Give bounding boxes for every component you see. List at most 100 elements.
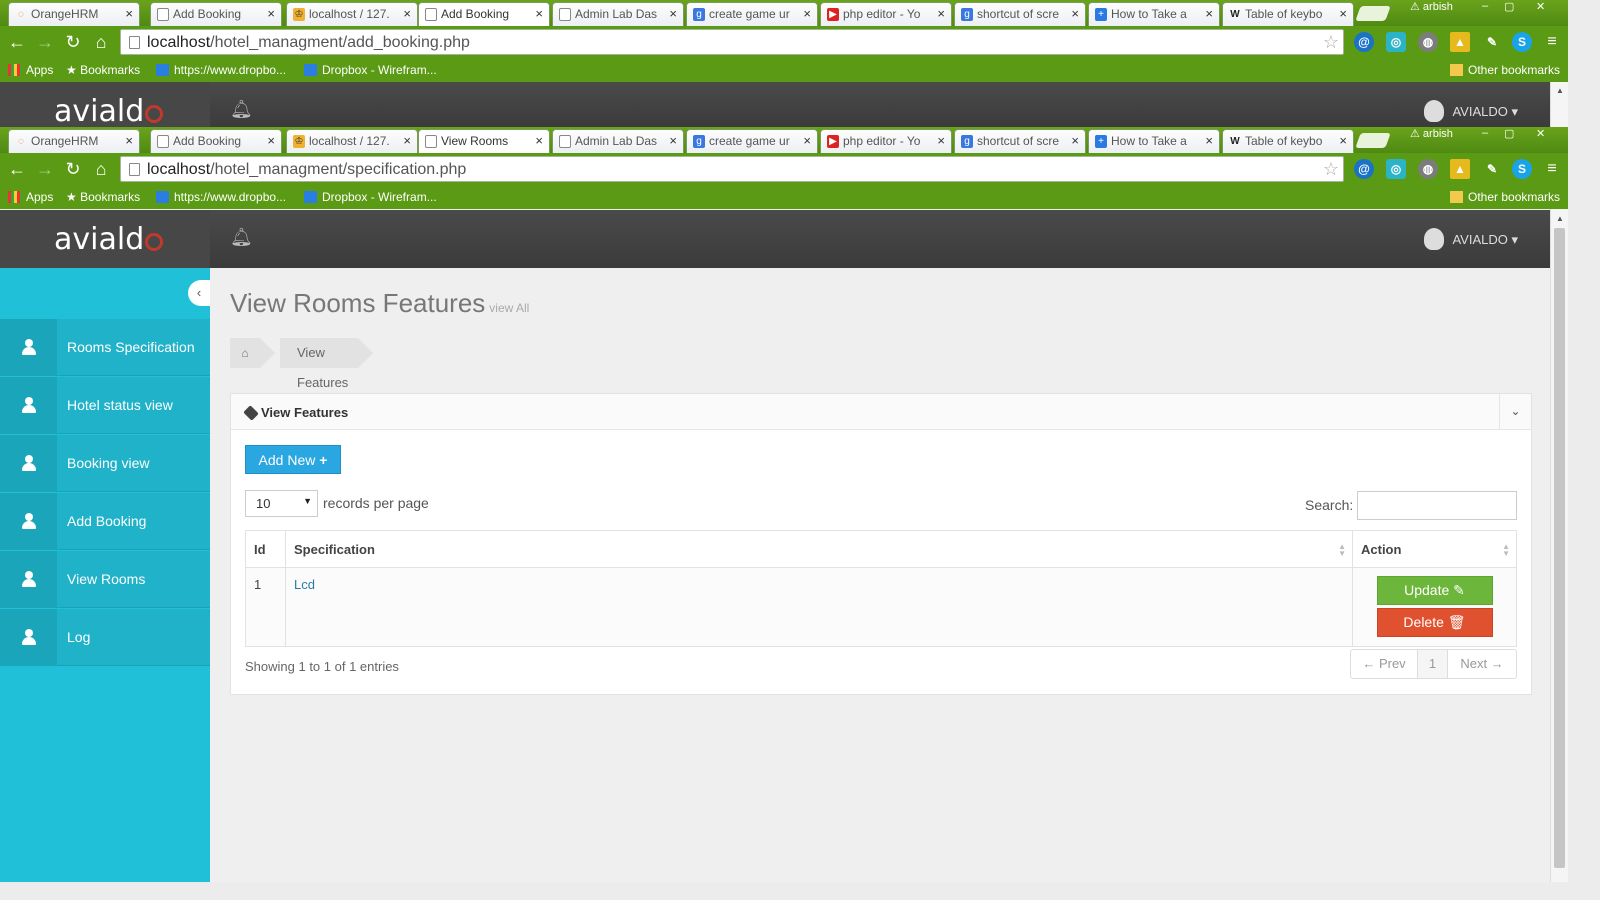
page-size-select[interactable]: 10 ▼ bbox=[245, 490, 318, 517]
tab[interactable]: ♔ localhost / 127. × bbox=[286, 129, 418, 153]
reload-icon[interactable]: ↻ bbox=[62, 31, 84, 53]
profile-badge[interactable]: ⚠ arbish bbox=[1410, 0, 1453, 18]
scrollbar-thumb[interactable] bbox=[1554, 228, 1565, 868]
close-icon[interactable]: × bbox=[1071, 133, 1079, 148]
bookmark-dropbox-wireframe[interactable]: Dropbox - Wirefram... bbox=[304, 190, 437, 204]
close-icon[interactable]: × bbox=[267, 133, 275, 148]
bookmark-dropbox-url[interactable]: https://www.dropbo... bbox=[156, 63, 286, 77]
address-bar[interactable]: localhost/hotel_managment/specification.… bbox=[120, 156, 1344, 182]
bell-icon[interactable]: 🔔︎ bbox=[230, 99, 253, 120]
tab[interactable]: ◌ OrangeHRM × bbox=[8, 2, 140, 26]
back-arrow-icon[interactable]: ← bbox=[6, 31, 28, 53]
pen-icon[interactable]: ✎ bbox=[1482, 159, 1502, 179]
extension-icon[interactable]: ◎ bbox=[1386, 32, 1406, 52]
forward-arrow-icon[interactable]: → bbox=[34, 31, 56, 53]
add-new-button[interactable]: Add New + bbox=[245, 445, 341, 474]
menu-icon[interactable]: ≡ bbox=[1542, 159, 1562, 179]
tab[interactable]: g shortcut of scre × bbox=[954, 129, 1086, 153]
tab[interactable]: W Table of keybo × bbox=[1222, 129, 1354, 153]
drive-icon[interactable]: ▲ bbox=[1450, 159, 1470, 179]
tab[interactable]: g shortcut of scre × bbox=[954, 2, 1086, 26]
tab[interactable]: ◌ OrangeHRM × bbox=[8, 129, 140, 153]
tab[interactable]: Add Booking × bbox=[150, 2, 282, 26]
tab[interactable]: Admin Lab Das × bbox=[552, 129, 684, 153]
column-header-specification[interactable]: Specification ▲ ▼ bbox=[285, 530, 1353, 568]
close-icon[interactable]: × bbox=[1205, 6, 1213, 21]
close-icon[interactable]: × bbox=[403, 133, 411, 148]
reload-icon[interactable]: ↻ bbox=[62, 158, 84, 180]
close-icon[interactable]: × bbox=[669, 6, 677, 21]
sidebar-item-add-booking[interactable]: Add Booking bbox=[0, 493, 210, 550]
tab[interactable]: W Table of keybo × bbox=[1222, 2, 1354, 26]
extension-icon[interactable]: ◎ bbox=[1386, 159, 1406, 179]
delete-button[interactable]: Delete 🗑︎ bbox=[1376, 608, 1493, 637]
breadcrumb-home-icon[interactable]: ⌂ bbox=[230, 338, 275, 368]
new-tab-button[interactable] bbox=[1355, 133, 1391, 148]
page-number-button[interactable]: 1 bbox=[1418, 650, 1448, 678]
extension-icon[interactable]: @ bbox=[1354, 159, 1374, 179]
sidebar-item-log[interactable]: Log bbox=[0, 609, 210, 666]
close-icon[interactable]: × bbox=[803, 133, 811, 148]
close-icon[interactable]: × bbox=[803, 6, 811, 21]
close-icon[interactable]: × bbox=[937, 133, 945, 148]
sidebar-item-rooms-specification[interactable]: Rooms Specification bbox=[0, 319, 210, 376]
tab[interactable]: + How to Take a × bbox=[1088, 129, 1220, 153]
user-menu[interactable]: AVIALDO ▾ bbox=[1424, 100, 1518, 122]
close-icon[interactable]: × bbox=[125, 6, 133, 21]
update-button[interactable]: Update ✎ bbox=[1376, 576, 1493, 605]
logo[interactable]: aviald bbox=[54, 222, 164, 257]
minimize-icon[interactable]: – bbox=[1482, 127, 1488, 145]
drive-icon[interactable]: ▲ bbox=[1450, 32, 1470, 52]
maximize-icon[interactable]: ▢ bbox=[1504, 0, 1514, 18]
profile-badge[interactable]: ⚠ arbish bbox=[1410, 127, 1453, 145]
globe-icon[interactable]: ◍ bbox=[1418, 32, 1438, 52]
tab[interactable]: View Rooms × bbox=[418, 129, 550, 153]
tab[interactable]: ▶ php editor - Yo × bbox=[820, 2, 952, 26]
sidebar-item-hotel-status-view[interactable]: Hotel status view bbox=[0, 377, 210, 434]
close-icon[interactable]: × bbox=[669, 133, 677, 148]
close-icon[interactable]: × bbox=[1339, 6, 1347, 21]
close-icon[interactable]: × bbox=[1339, 133, 1347, 148]
close-icon[interactable]: × bbox=[267, 6, 275, 21]
sidebar-item-view-rooms[interactable]: View Rooms bbox=[0, 551, 210, 608]
home-icon[interactable]: ⌂ bbox=[90, 158, 112, 180]
bookmark-apps[interactable]: Apps bbox=[8, 190, 53, 204]
column-header-id[interactable]: Id bbox=[245, 530, 286, 568]
bookmark-star-icon[interactable]: ☆ bbox=[1323, 159, 1339, 180]
bookmark-dropbox-url[interactable]: https://www.dropbo... bbox=[156, 190, 286, 204]
globe-icon[interactable]: ◍ bbox=[1418, 159, 1438, 179]
panel-toggle-chevron-icon[interactable]: ⌄ bbox=[1499, 394, 1531, 429]
tab[interactable]: ▶ php editor - Yo × bbox=[820, 129, 952, 153]
skype-icon[interactable]: S bbox=[1512, 32, 1532, 52]
close-icon[interactable]: × bbox=[1205, 133, 1213, 148]
tab[interactable]: ♔ localhost / 127. × bbox=[286, 2, 418, 26]
bookmark-other[interactable]: Other bookmarks bbox=[1450, 190, 1560, 204]
extension-icon[interactable]: @ bbox=[1354, 32, 1374, 52]
sidebar-collapse-chevron-icon[interactable]: ‹ bbox=[188, 280, 210, 306]
skype-icon[interactable]: S bbox=[1512, 159, 1532, 179]
close-window-icon[interactable]: ✕ bbox=[1536, 0, 1545, 18]
next-page-button[interactable]: Next → bbox=[1448, 650, 1516, 678]
home-icon[interactable]: ⌂ bbox=[90, 31, 112, 53]
sidebar-item-booking-view[interactable]: Booking view bbox=[0, 435, 210, 492]
bookmark-bookmarks[interactable]: ★ Bookmarks bbox=[66, 63, 140, 77]
back-arrow-icon[interactable]: ← bbox=[6, 158, 28, 180]
new-tab-button[interactable] bbox=[1355, 6, 1391, 21]
tab[interactable]: Add Booking × bbox=[150, 129, 282, 153]
close-icon[interactable]: × bbox=[403, 6, 411, 21]
close-icon[interactable]: × bbox=[535, 6, 543, 21]
pen-icon[interactable]: ✎ bbox=[1482, 32, 1502, 52]
tab[interactable]: g create game ur × bbox=[686, 129, 818, 153]
user-menu[interactable]: AVIALDO ▾ bbox=[1424, 228, 1518, 250]
minimize-icon[interactable]: – bbox=[1482, 0, 1488, 18]
close-icon[interactable]: × bbox=[535, 133, 543, 148]
close-icon[interactable]: × bbox=[937, 6, 945, 21]
address-bar[interactable]: localhost/hotel_managment/add_booking.ph… bbox=[120, 29, 1344, 55]
column-header-action[interactable]: Action ▲ ▼ bbox=[1352, 530, 1517, 568]
bookmark-dropbox-wireframe[interactable]: Dropbox - Wirefram... bbox=[304, 63, 437, 77]
menu-icon[interactable]: ≡ bbox=[1542, 32, 1562, 52]
scrollbar[interactable]: ▲ bbox=[1550, 210, 1568, 882]
bookmark-other[interactable]: Other bookmarks bbox=[1450, 63, 1560, 77]
tab[interactable]: Admin Lab Das × bbox=[552, 2, 684, 26]
bookmark-star-icon[interactable]: ☆ bbox=[1323, 32, 1339, 53]
